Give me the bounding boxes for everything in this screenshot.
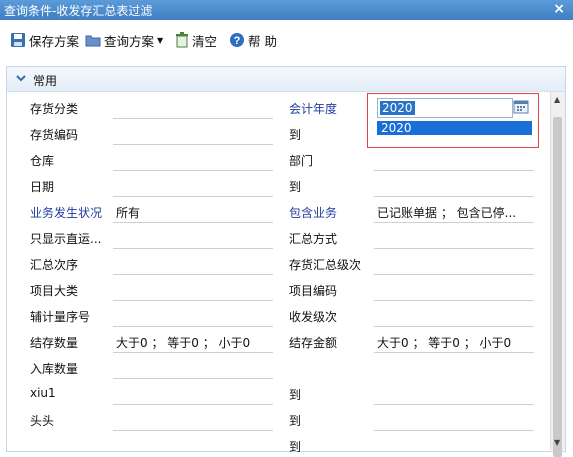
close-button[interactable]: × (553, 1, 565, 17)
section-label: 常用 (33, 74, 58, 88)
inventory-category-label: 存货分类 (30, 102, 79, 116)
dropdown-arrow-icon: ▼ (157, 35, 164, 45)
business-status-value[interactable]: 所有 (116, 204, 140, 221)
xiu1-label: xiu1 (30, 386, 56, 400)
save-scheme-label: 保存方案 (29, 33, 80, 49)
title-bar: 查询条件-收发存汇总表过滤 × (0, 0, 573, 20)
project-code-field[interactable] (374, 300, 534, 301)
summary-method-field[interactable] (374, 248, 534, 249)
fiscal-year-input[interactable]: 2020 (377, 98, 513, 118)
toutou-label: 头头 (30, 414, 55, 428)
project-class-label: 项目大类 (30, 284, 79, 298)
business-status-label[interactable]: 业务发生状况 (30, 204, 102, 221)
chevron-down-icon (16, 75, 26, 82)
scroll-thumb[interactable] (553, 117, 562, 457)
to-label-5: 到 (289, 440, 302, 454)
query-scheme-label: 查询方案 (104, 33, 155, 49)
inout-level-label: 收发级次 (289, 310, 338, 324)
help-label: 帮 助 (248, 33, 277, 49)
closing-amount-field[interactable] (374, 352, 534, 353)
closing-amount-value[interactable]: 大于0 ； 等于0 ； 小于0 (377, 334, 511, 351)
toutou-to-field[interactable] (374, 430, 534, 431)
closing-qty-value[interactable]: 大于0 ； 等于0 ； 小于0 (116, 334, 250, 351)
fiscal-year-label: 会计年度 (289, 102, 338, 116)
to-label-4: 到 (289, 414, 302, 428)
date-field[interactable] (113, 196, 273, 197)
query-scheme-button[interactable]: 查询方案 ▼ (85, 30, 163, 50)
inbound-qty-label: 入库数量 (30, 362, 79, 376)
department-field[interactable] (374, 170, 534, 171)
section-header[interactable]: 常用 (7, 67, 565, 92)
inventory-level-label: 存货汇总级次 (289, 258, 362, 272)
vertical-scrollbar[interactable]: ▲ ▼ (550, 92, 565, 457)
aux-unit-field[interactable] (113, 326, 273, 327)
direct-only-field[interactable] (113, 248, 273, 249)
date-label: 日期 (30, 180, 55, 194)
inout-level-field[interactable] (374, 326, 534, 327)
closing-qty-field[interactable] (113, 352, 273, 353)
inventory-category-field[interactable] (113, 118, 273, 119)
summary-order-field[interactable] (113, 274, 273, 275)
toolbar: 保存方案 查询方案 ▼ 清空 ? 帮 助 (0, 20, 573, 58)
summary-method-label: 汇总方式 (289, 232, 338, 246)
clear-icon (176, 32, 188, 48)
toutou-field[interactable] (113, 430, 273, 431)
to-label-2: 到 (289, 180, 302, 194)
save-scheme-button[interactable]: 保存方案 (10, 30, 79, 50)
inventory-level-field[interactable] (374, 274, 534, 275)
summary-order-label: 汇总次序 (30, 258, 79, 272)
calendar-button[interactable] (513, 98, 529, 116)
include-business-value[interactable]: 已记账单据 ； 包含已停... (377, 204, 516, 221)
clear-button[interactable]: 清空 (175, 30, 217, 50)
fiscal-year-value: 2020 (380, 101, 415, 115)
help-icon: ? (230, 33, 244, 47)
to-label-1: 到 (289, 128, 302, 142)
project-class-field[interactable] (113, 300, 273, 301)
direct-only-label: 只显示直运... (30, 232, 102, 246)
include-business-label[interactable]: 包含业务 (289, 204, 337, 221)
calendar-icon (513, 100, 529, 114)
svg-text:?: ? (234, 35, 241, 47)
scroll-up-icon[interactable]: ▲ (554, 95, 560, 104)
to-label-3: 到 (289, 388, 302, 402)
project-code-label: 项目编码 (289, 284, 338, 298)
business-status-field[interactable] (113, 222, 273, 223)
aux-unit-label: 辅计量序号 (30, 310, 91, 324)
inventory-code-label: 存货编码 (30, 128, 79, 142)
department-label: 部门 (289, 154, 314, 168)
xiu1-to-field[interactable] (374, 404, 534, 405)
help-button[interactable]: ? 帮 助 (229, 30, 277, 50)
warehouse-field[interactable] (113, 170, 273, 171)
warehouse-label: 仓库 (30, 154, 55, 168)
inventory-code-field[interactable] (113, 144, 273, 145)
save-icon (11, 33, 25, 47)
folder-icon (85, 35, 101, 47)
date-to-field[interactable] (374, 196, 534, 197)
closing-qty-label: 结存数量 (30, 336, 79, 350)
include-business-field[interactable] (374, 222, 534, 223)
xiu1-field[interactable] (113, 404, 273, 405)
closing-amount-label: 结存金额 (289, 336, 338, 350)
year-option[interactable]: 2020 (377, 121, 532, 135)
clear-label: 清空 (192, 33, 218, 49)
scroll-down-icon[interactable]: ▼ (554, 438, 560, 447)
window-title: 查询条件-收发存汇总表过滤 (4, 4, 153, 18)
inbound-qty-field[interactable] (113, 378, 273, 379)
